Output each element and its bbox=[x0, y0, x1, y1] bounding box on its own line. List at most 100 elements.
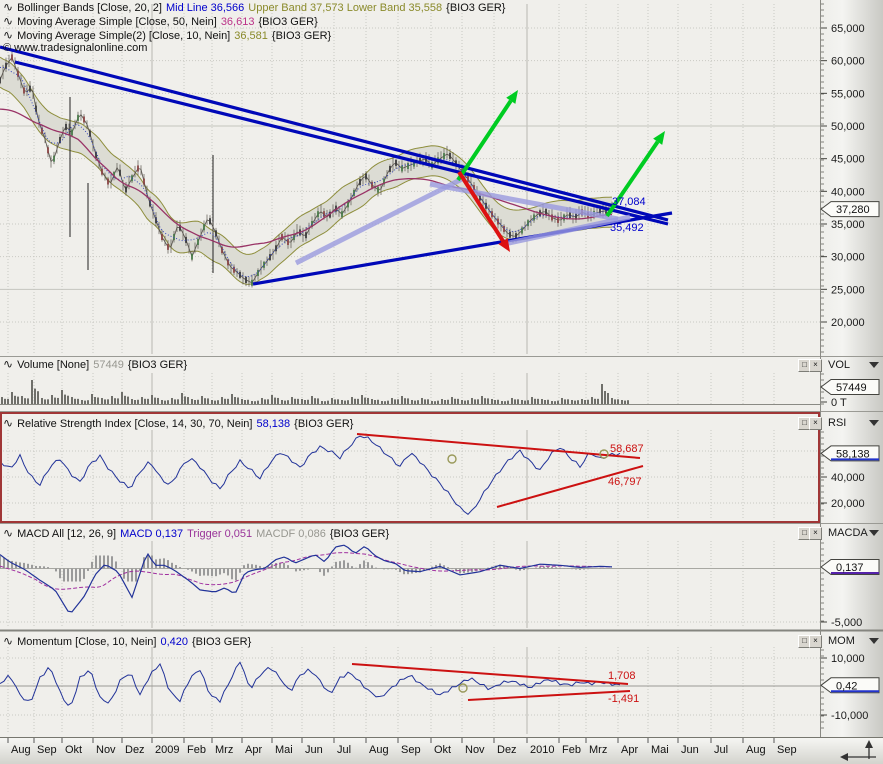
legend-volume[interactable]: ∿ Volume [None] 57449 {BIO3 GER} bbox=[3, 358, 191, 372]
time-axis-label: Dez bbox=[497, 744, 517, 756]
price-annotation-value: 35,492 bbox=[610, 222, 644, 234]
time-axis-label: Sep bbox=[37, 744, 57, 756]
axis-label: 60,000 bbox=[831, 56, 865, 68]
close-button-rsi[interactable]: × bbox=[809, 417, 822, 430]
time-axis-label: Dez bbox=[125, 744, 145, 756]
legend-symbol: {BIO3 GER} bbox=[192, 636, 251, 648]
time-axis-label: Aug bbox=[369, 744, 389, 756]
chart-window: 37,08435,49258,68746,7971,708-1,49165,00… bbox=[0, 0, 883, 764]
momentum-annotation-value: -1,491 bbox=[608, 693, 639, 705]
series-icon: ∿ bbox=[3, 416, 13, 430]
time-axis-label: Mrz bbox=[215, 744, 233, 756]
series-icon: ∿ bbox=[3, 526, 13, 540]
axis-menu-arrow-vol[interactable] bbox=[869, 362, 879, 368]
bollinger-mid-line bbox=[0, 67, 612, 276]
axis-title-macd: MACDA bbox=[828, 527, 868, 539]
close-button-vol[interactable]: × bbox=[809, 359, 822, 372]
time-axis-label: Feb bbox=[187, 744, 206, 756]
time-axis-label: Apr bbox=[245, 744, 262, 756]
legend-label: Relative Strength Index [Close, 14, 30, … bbox=[17, 418, 252, 430]
axis-label: 40,000 bbox=[831, 472, 865, 484]
axis-label: 20,000 bbox=[831, 498, 865, 510]
legend-label: Bollinger Bands [Close, 20, 2] bbox=[17, 2, 162, 14]
legend-macd[interactable]: ∿ MACD All [12, 26, 9] MACD 0,137 Trigger 0… bbox=[3, 527, 393, 541]
legend-momentum[interactable]: ∿ Momentum [Close, 10, Nein] 0,420 {BIO3 GE… bbox=[3, 635, 255, 649]
time-axis-label: Apr bbox=[621, 744, 638, 756]
price-line bbox=[0, 57, 612, 282]
legend-sma10[interactable]: ∿ Moving Average Simple(2) [Close, 10, Ne… bbox=[3, 29, 335, 43]
rsi-annotation-value: 46,797 bbox=[608, 476, 642, 488]
time-axis-label: Mai bbox=[651, 744, 669, 756]
time-axis-label: Nov bbox=[96, 744, 116, 756]
legend-label: Volume [None] bbox=[17, 359, 89, 371]
axis-label: 20,000 bbox=[831, 317, 865, 329]
series-icon: ∿ bbox=[3, 14, 13, 28]
series-icon: ∿ bbox=[3, 0, 13, 14]
legend-value: 57449 bbox=[93, 359, 124, 371]
touch-point-circle bbox=[448, 455, 456, 463]
time-axis-label: Nov bbox=[465, 744, 485, 756]
axis-title-vol: VOL bbox=[828, 359, 850, 371]
time-axis-label: Feb bbox=[562, 744, 581, 756]
time-axis-label: Mrz bbox=[589, 744, 607, 756]
legend-value: 36,581 bbox=[234, 30, 268, 42]
trend-line bbox=[0, 47, 668, 220]
legend-macd-value: MACD 0,137 bbox=[120, 528, 183, 540]
legend-label: Moving Average Simple(2) [Close, 10, Nei… bbox=[17, 30, 230, 42]
legend-value: 58,138 bbox=[256, 418, 290, 430]
time-axis-label: Mai bbox=[275, 744, 293, 756]
up-arrow-annotation bbox=[458, 101, 511, 180]
axis-title-rsi: RSI bbox=[828, 417, 846, 429]
axis-label: 35,000 bbox=[831, 219, 865, 231]
series-icon: ∿ bbox=[3, 357, 13, 371]
legend-label: Momentum [Close, 10, Nein] bbox=[17, 636, 156, 648]
axis-label: 45,000 bbox=[831, 154, 865, 166]
legend-macdf-value: MACDF 0,086 bbox=[256, 528, 326, 540]
time-axis-label: Sep bbox=[777, 744, 797, 756]
time-axis-label: 2009 bbox=[155, 744, 179, 756]
rsi-trend-line bbox=[357, 434, 640, 458]
legend-symbol: {BIO3 GER} bbox=[330, 528, 389, 540]
legend-label: MACD All [12, 26, 9] bbox=[17, 528, 116, 540]
scroll-up-arrow-head bbox=[865, 740, 873, 748]
time-axis-label: Jul bbox=[337, 744, 351, 756]
time-axis-label: Aug bbox=[746, 744, 766, 756]
value-marker-label: 0,42 bbox=[836, 680, 857, 692]
time-axis-label: Aug bbox=[11, 744, 31, 756]
time-axis-label: Okt bbox=[65, 744, 82, 756]
axis-menu-arrow-rsi[interactable] bbox=[869, 420, 879, 426]
legend-symbol: {BIO3 GER} bbox=[128, 359, 187, 371]
legend-rsi[interactable]: ∿ Relative Strength Index [Close, 14, 30,… bbox=[3, 417, 357, 431]
axis-label: 65,000 bbox=[831, 23, 865, 35]
value-marker-label: 0,137 bbox=[836, 562, 864, 574]
axis-label: -10,000 bbox=[831, 710, 868, 722]
axis-title-mom: MOM bbox=[828, 635, 855, 647]
legend-trigger-value: Trigger 0,051 bbox=[187, 528, 252, 540]
touch-point-circle bbox=[459, 684, 467, 692]
close-button-mom[interactable]: × bbox=[809, 635, 822, 648]
axis-menu-arrow-macd[interactable] bbox=[869, 530, 879, 536]
price-annotation-value: 37,084 bbox=[612, 196, 646, 208]
time-axis-label: Jun bbox=[681, 744, 699, 756]
series-icon: ∿ bbox=[3, 28, 13, 42]
legend-symbol: {BIO3 GER} bbox=[258, 16, 317, 28]
axis-label: 30,000 bbox=[831, 252, 865, 264]
legend-value: 36,613 bbox=[221, 16, 255, 28]
momentum-trend-line bbox=[468, 691, 630, 700]
legend-label: Moving Average Simple [Close, 50, Nein] bbox=[17, 16, 217, 28]
bollinger-band-fill bbox=[0, 57, 612, 284]
legend-sma50[interactable]: ∿ Moving Average Simple [Close, 50, Nein]… bbox=[3, 15, 322, 29]
series-icon: ∿ bbox=[3, 634, 13, 648]
time-axis-label: Sep bbox=[401, 744, 421, 756]
macd-line bbox=[0, 545, 612, 612]
legend-symbol: {BIO3 GER} bbox=[272, 30, 331, 42]
legend-bollinger-bands[interactable]: ∿ Bollinger Bands [Close, 20, 2] Mid Line … bbox=[3, 1, 509, 15]
legend-value: 0,420 bbox=[160, 636, 188, 648]
axis-label: 50,000 bbox=[831, 121, 865, 133]
chart-canvas[interactable]: 37,08435,49258,68746,7971,708-1,49165,00… bbox=[0, 0, 883, 764]
axis-menu-arrow-mom[interactable] bbox=[869, 638, 879, 644]
legend-midline-value: Mid Line 36,566 bbox=[166, 2, 244, 14]
time-axis-label: 2010 bbox=[530, 744, 554, 756]
close-button-macd[interactable]: × bbox=[809, 527, 822, 540]
momentum-trend-line bbox=[352, 664, 628, 684]
